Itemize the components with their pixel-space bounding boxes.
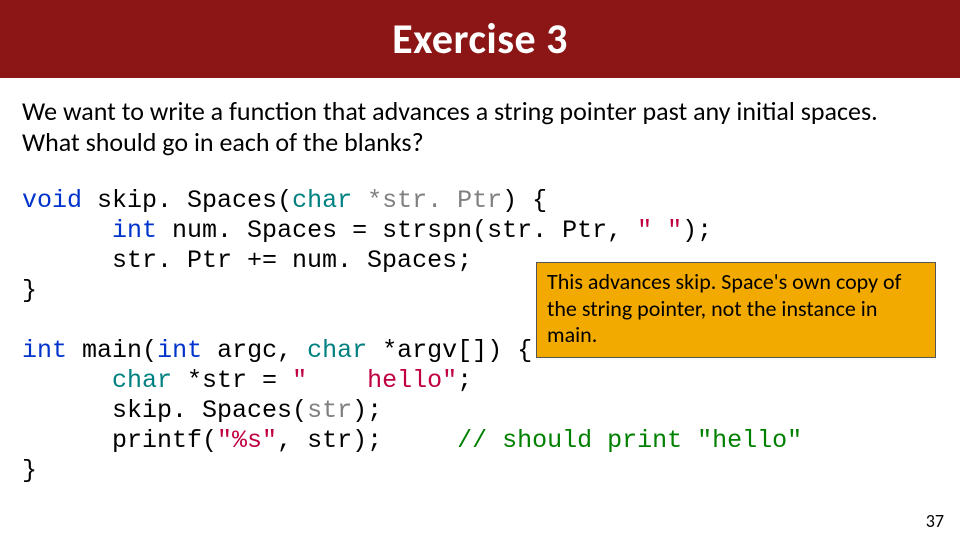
kw-int3: int xyxy=(157,336,202,365)
l8-rest: , str); xyxy=(277,426,382,455)
callout-box: This advances skip. Space's own copy of … xyxy=(536,262,936,357)
expr-advance: str. Ptr += num. Spaces; xyxy=(112,246,472,275)
slide-title: Exercise 3 xyxy=(392,14,568,65)
title-bar: Exercise 3 xyxy=(0,0,960,78)
l2-end: ); xyxy=(682,216,712,245)
call-skip: skip. Spaces( xyxy=(112,396,307,425)
slide-body: We want to write a function that advance… xyxy=(0,78,960,486)
code-area: void skip. Spaces(char *str. Ptr) { int … xyxy=(22,186,938,486)
call-printf: printf( xyxy=(112,426,217,455)
str-hello: " hello" xyxy=(292,366,457,395)
kw-int2: int xyxy=(22,336,67,365)
kw-int: int xyxy=(112,216,157,245)
l6-end: ; xyxy=(457,366,472,395)
param-argv: *argv[] xyxy=(382,336,487,365)
fn-name: skip. Spaces xyxy=(97,186,277,215)
page-number: 37 xyxy=(926,510,944,532)
kw-void: void xyxy=(22,186,82,215)
str-space: " " xyxy=(637,216,682,245)
expr-numspaces: num. Spaces = strspn(str. Ptr, xyxy=(172,216,637,245)
l7-end: ); xyxy=(352,396,382,425)
callout-text: This advances skip. Space's own copy of … xyxy=(547,268,901,348)
ty-char2: char xyxy=(307,336,367,365)
prompt-text: We want to write a function that advance… xyxy=(22,96,938,158)
fn-main: main xyxy=(82,336,142,365)
arg-str: str xyxy=(307,396,352,425)
ty-char: char xyxy=(292,186,352,215)
str-fmt: "%s" xyxy=(217,426,277,455)
param-argc: argc xyxy=(217,336,277,365)
param-strptr: *str. Ptr xyxy=(367,186,502,215)
comment-hello: // should print "hello" xyxy=(457,426,802,455)
ty-char3: char xyxy=(112,366,172,395)
decl-str: *str = xyxy=(187,366,292,395)
